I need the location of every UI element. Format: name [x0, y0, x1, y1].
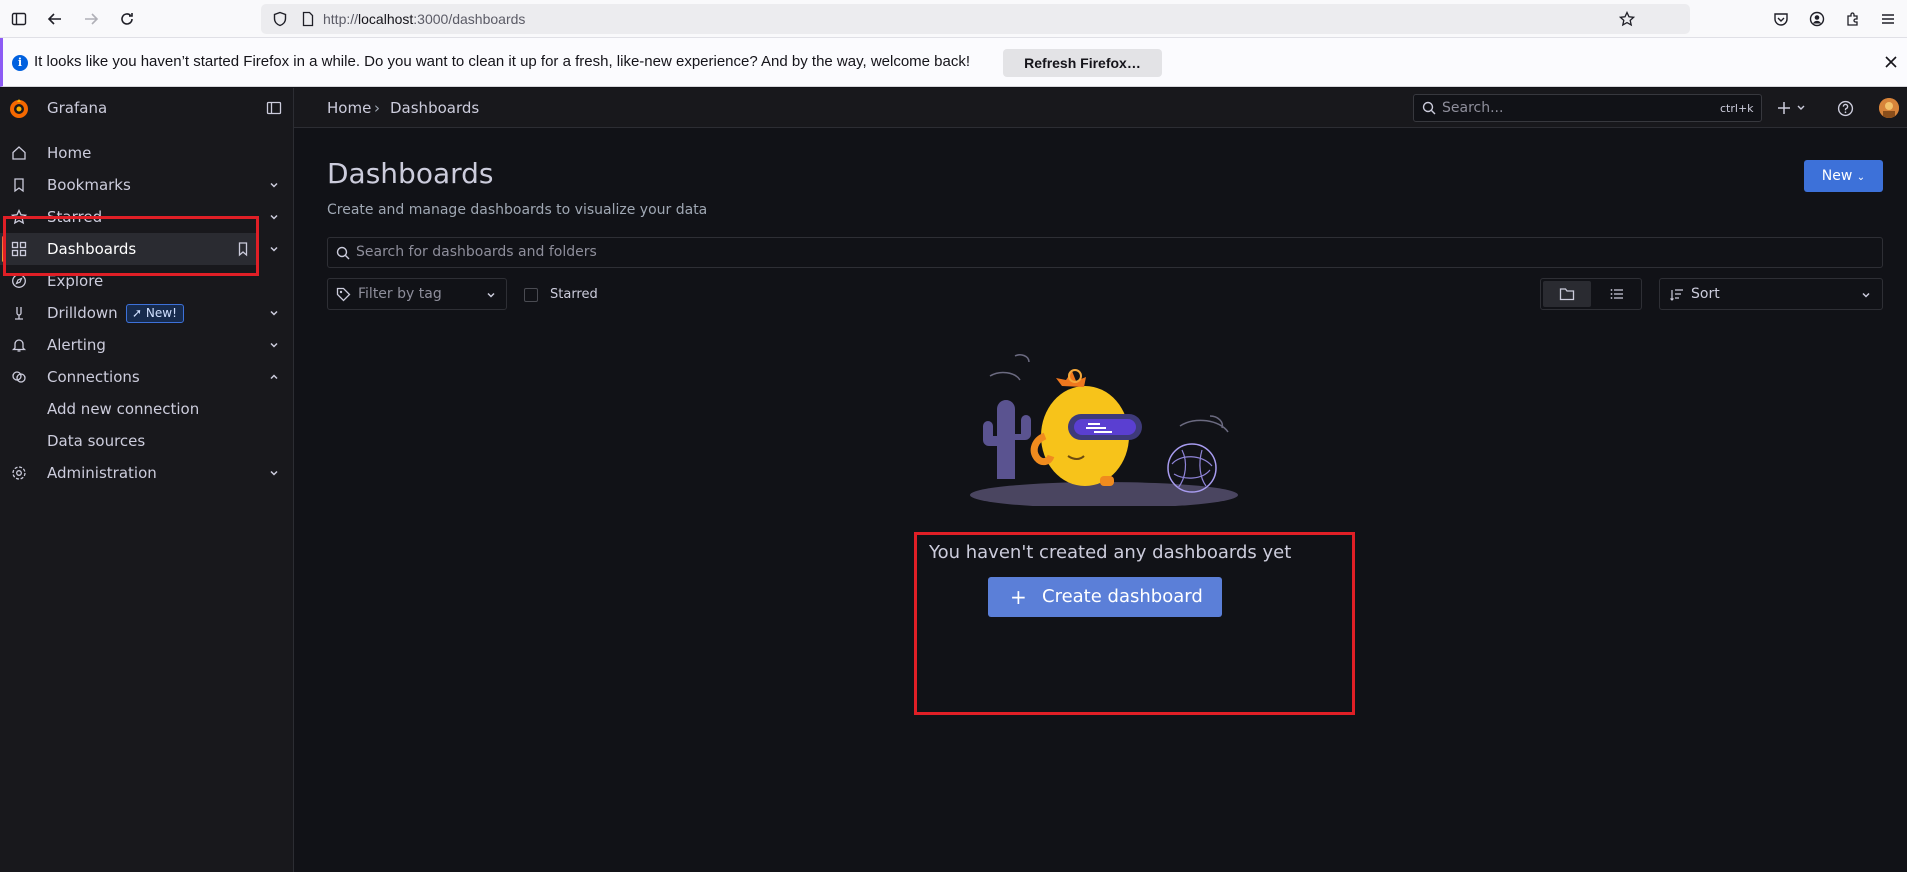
sidebar-toggle-icon[interactable]: [8, 8, 30, 30]
refresh-firefox-button[interactable]: Refresh Firefox…: [1003, 49, 1162, 77]
breadcrumb-separator: ›: [374, 99, 380, 117]
shield-icon[interactable]: [269, 8, 291, 30]
url-prefix: http://: [323, 11, 359, 27]
chevron-down-icon[interactable]: [268, 339, 280, 351]
sidebar-item-connections[interactable]: Connections: [0, 361, 294, 393]
search-placeholder: Search...: [1442, 100, 1504, 116]
sidebar-item-data-sources[interactable]: Data sources: [47, 432, 145, 450]
tag-filter-placeholder: Filter by tag: [358, 286, 442, 302]
app-name: Grafana: [47, 99, 108, 117]
drilldown-icon: [11, 305, 27, 321]
sidebar-item-drilldown[interactable]: Drilldown ➚ New!: [0, 297, 294, 329]
help-icon[interactable]: [1837, 100, 1854, 117]
view-toggle: [1540, 278, 1642, 310]
grafana-app: Grafana Home Bookmarks Starred Dashboard…: [0, 88, 1907, 872]
tag-filter-select[interactable]: Filter by tag: [327, 278, 507, 310]
new-button[interactable]: New ⌄: [1804, 160, 1883, 192]
url-path: :3000/dashboards: [413, 11, 526, 27]
highlight-box-sidebar: [3, 216, 259, 276]
link-icon: [11, 369, 27, 385]
bell-icon: [11, 337, 27, 353]
dock-menu-icon[interactable]: [266, 100, 282, 116]
sidebar-item-add-new-connection[interactable]: Add new connection: [47, 400, 199, 418]
add-menu-button[interactable]: [1773, 96, 1813, 120]
search-icon: [336, 246, 350, 260]
sidebar-item-label: Bookmarks: [47, 176, 131, 194]
sort-icon: [1670, 288, 1684, 302]
home-icon: [11, 145, 27, 161]
sidebar-item-label: Drilldown: [47, 304, 118, 322]
search-icon: [1422, 101, 1436, 115]
sidebar: Grafana Home Bookmarks Starred Dashboard…: [0, 88, 294, 872]
sidebar-item-bookmarks[interactable]: Bookmarks: [0, 169, 294, 201]
chevron-down-icon[interactable]: [268, 243, 280, 255]
chevron-down-icon[interactable]: [268, 211, 280, 223]
tag-icon: [336, 287, 351, 302]
sidebar-item-label: Alerting: [47, 336, 106, 354]
back-icon[interactable]: [44, 8, 66, 30]
chevron-down-icon[interactable]: [268, 467, 280, 479]
list-icon: [1609, 286, 1625, 302]
sidebar-item-label: Home: [47, 144, 92, 162]
info-icon: i: [12, 55, 28, 71]
dashboard-search-input[interactable]: Search for dashboards and folders: [327, 237, 1883, 268]
bookmark-star-icon[interactable]: [1616, 8, 1638, 30]
breadcrumb-home[interactable]: Home: [327, 99, 371, 117]
sidebar-item-administration[interactable]: Administration: [0, 457, 294, 489]
pocket-icon[interactable]: [1770, 8, 1792, 30]
chevron-down-icon: ⌄: [1856, 172, 1866, 183]
global-search-input[interactable]: Search... ctrl+k: [1413, 94, 1762, 122]
forward-icon[interactable]: [80, 8, 102, 30]
breadcrumb-current: Dashboards: [390, 99, 480, 117]
grafana-logo-icon[interactable]: [8, 98, 30, 120]
new-button-label: New: [1821, 168, 1853, 184]
folder-view-button[interactable]: [1543, 281, 1591, 307]
badge-label: New!: [145, 306, 177, 320]
url-text[interactable]: http://localhost:3000/dashboards: [323, 11, 525, 27]
chevron-down-icon[interactable]: [268, 179, 280, 191]
search-placeholder: Search for dashboards and folders: [356, 244, 597, 260]
new-badge: ➚ New!: [126, 304, 184, 323]
menu-icon[interactable]: [1877, 8, 1899, 30]
extensions-icon[interactable]: [1842, 8, 1864, 30]
highlight-box-create: [914, 532, 1355, 715]
close-icon[interactable]: [1881, 52, 1901, 72]
rocket-icon: ➚: [132, 306, 143, 320]
notification-text: It looks like you haven’t started Firefo…: [34, 53, 971, 70]
page-title: Dashboards: [327, 157, 494, 190]
sort-label: Sort: [1691, 286, 1720, 302]
empty-state-illustration: [950, 346, 1260, 506]
page-subtitle: Create and manage dashboards to visualiz…: [327, 202, 708, 218]
folder-icon: [1559, 286, 1575, 302]
starred-checkbox[interactable]: [524, 288, 538, 302]
list-view-button[interactable]: [1593, 281, 1641, 307]
reload-icon[interactable]: [116, 8, 138, 30]
url-host: localhost: [358, 11, 414, 27]
shortcut-hint: ctrl+k: [1720, 102, 1754, 115]
avatar[interactable]: [1879, 98, 1899, 118]
sidebar-item-label: Administration: [47, 464, 157, 482]
bookmark-icon: [11, 177, 27, 193]
browser-toolbar: http://localhost:3000/dashboards: [0, 0, 1907, 38]
chevron-down-icon[interactable]: [268, 307, 280, 319]
notification-bar: i It looks like you haven’t started Fire…: [0, 38, 1907, 87]
cog-icon: [11, 465, 27, 481]
sidebar-item-home[interactable]: Home: [0, 137, 294, 169]
url-bar[interactable]: http://localhost:3000/dashboards: [261, 4, 1690, 34]
sidebar-item-label: Connections: [47, 368, 140, 386]
chevron-down-icon: [485, 289, 497, 301]
starred-label: Starred: [550, 287, 598, 302]
sort-select[interactable]: Sort: [1659, 278, 1883, 310]
account-icon[interactable]: [1806, 8, 1828, 30]
page-icon: [297, 8, 319, 30]
chevron-down-icon: [1860, 289, 1872, 301]
chevron-up-icon[interactable]: [268, 371, 280, 383]
sidebar-item-alerting[interactable]: Alerting: [0, 329, 294, 361]
